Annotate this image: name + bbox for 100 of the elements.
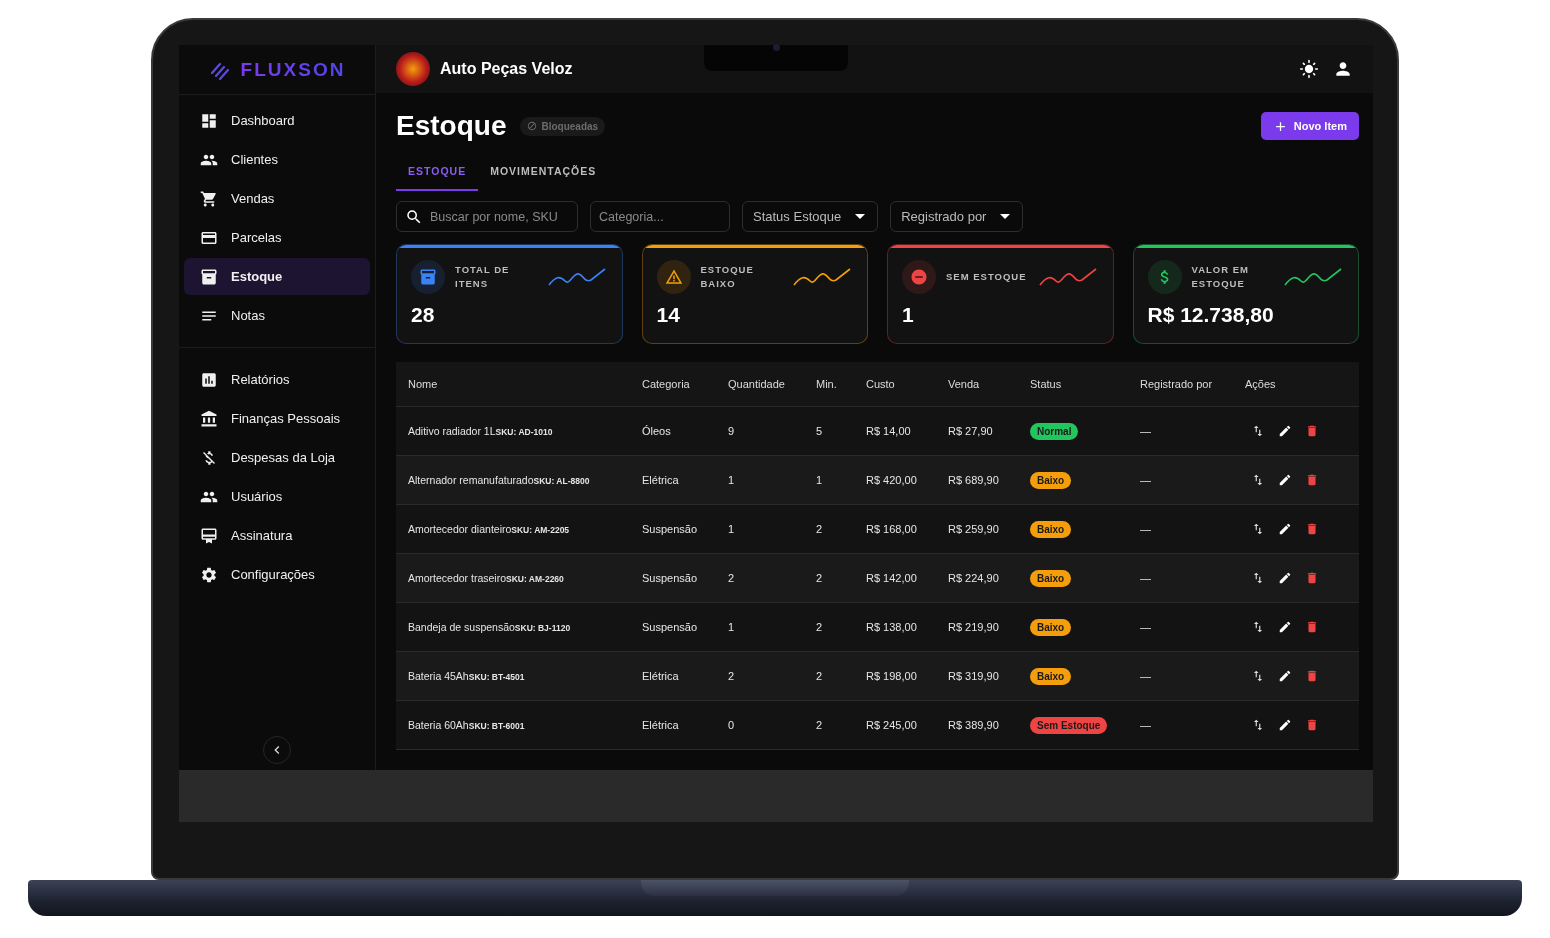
table-cell-text: Elétrica: [642, 670, 680, 682]
store-name: Auto Peças Veloz: [440, 60, 573, 78]
column-header: Ações: [1245, 378, 1277, 390]
sidebar-item[interactable]: Finanças Pessoais: [184, 400, 370, 437]
swap-icon[interactable]: [1251, 669, 1265, 683]
stat-value: 1: [902, 303, 915, 327]
swap-icon[interactable]: [1251, 522, 1265, 536]
delete-icon[interactable]: [1305, 473, 1319, 487]
table-cell-text: 5: [816, 425, 824, 437]
table-cell-text: Suspensão: [642, 572, 699, 584]
table-cell-text: 1: [728, 474, 736, 486]
table-cell-text: —: [1140, 425, 1152, 437]
edit-icon[interactable]: [1278, 424, 1292, 438]
sidebar-item[interactable]: Dashboard: [184, 102, 370, 139]
sparkline: [547, 266, 606, 288]
tab[interactable]: MOVIMENTAÇÕES: [478, 155, 609, 191]
warning-icon: [664, 268, 683, 286]
sidebar-item[interactable]: Vendas: [184, 180, 370, 217]
stat-value: 28: [411, 303, 436, 327]
sparkline: [793, 266, 851, 288]
table-cell-text: R$ 27,90: [948, 425, 994, 437]
table-cell-text: —: [1140, 523, 1152, 535]
sidebar-item[interactable]: Relatórios: [184, 361, 370, 398]
settings-icon: [200, 565, 218, 584]
swap-icon[interactable]: [1251, 424, 1265, 438]
edit-icon[interactable]: [1278, 718, 1292, 732]
new-item-button[interactable]: Novo Item: [1260, 112, 1359, 140]
tab[interactable]: ESTOQUE: [396, 155, 479, 191]
sparkline: [1038, 266, 1097, 288]
search-icon: [405, 208, 423, 226]
edit-icon[interactable]: [1278, 473, 1292, 487]
edit-icon[interactable]: [1278, 620, 1292, 634]
table-cell-text: 1: [728, 523, 736, 535]
table-cell-text: Suspensão: [642, 621, 699, 633]
blocked-icon: [527, 121, 538, 131]
category-field[interactable]: Categoria...: [590, 201, 730, 232]
table-cell-text: 2: [816, 572, 824, 584]
status-badge: Baixo: [1030, 618, 1072, 636]
sidebar-item[interactable]: Configurações: [184, 556, 370, 593]
sun-icon[interactable]: [1299, 59, 1319, 79]
caret-icon: [1000, 214, 1011, 219]
table-cell-text: Suspensão: [642, 523, 699, 535]
product-name: Amortecedor dianteiroSKU: AM-2205: [408, 523, 571, 535]
delete-icon[interactable]: [1305, 571, 1319, 585]
table-cell-text: R$ 224,90: [948, 572, 1000, 584]
column-header: Custo: [866, 378, 896, 390]
status-badge: Baixo: [1030, 471, 1072, 489]
swap-icon[interactable]: [1251, 473, 1265, 487]
status-badge: Sem Estoque: [1030, 716, 1108, 734]
table-cell-text: 2: [816, 621, 824, 633]
page-title: Estoque: [396, 110, 507, 142]
table-cell-text: —: [1140, 670, 1152, 682]
table-cell-text: 2: [816, 719, 824, 731]
stat-label: SEM ESTOQUE: [946, 270, 1028, 284]
product-name: Aditivo radiador 1LSKU: AD-1010: [408, 425, 554, 437]
dropdown[interactable]: Status Estoque: [742, 201, 879, 232]
table-cell-text: Elétrica: [642, 474, 680, 486]
delete-icon[interactable]: [1305, 522, 1319, 536]
swap-icon[interactable]: [1251, 571, 1265, 585]
delete-icon[interactable]: [1305, 620, 1319, 634]
product-name: Bandeja de suspensãoSKU: BJ-1120: [408, 621, 572, 633]
table-cell-text: Elétrica: [642, 719, 680, 731]
column-header: Nome: [408, 378, 439, 390]
sidebar-item[interactable]: Usuários: [184, 478, 370, 515]
table-cell-text: R$ 689,90: [948, 474, 1000, 486]
search-field[interactable]: Buscar por nome, SKU: [396, 201, 578, 232]
bank-icon: [200, 409, 218, 428]
sidebar-item[interactable]: Despesas da Loja: [184, 439, 370, 476]
status-badge: Baixo: [1030, 667, 1072, 685]
product-name: Bateria 45AhSKU: BT-4501: [408, 670, 526, 682]
table-cell-text: R$ 142,00: [866, 572, 918, 584]
swap-icon[interactable]: [1251, 718, 1265, 732]
edit-icon[interactable]: [1278, 669, 1292, 683]
column-header: Venda: [948, 378, 981, 390]
table-cell-text: R$ 219,90: [948, 621, 1000, 633]
dashboard-icon: [200, 111, 218, 130]
table-cell-text: 2: [728, 670, 736, 682]
table-cell-text: R$ 198,00: [866, 670, 918, 682]
swap-icon[interactable]: [1251, 620, 1265, 634]
blocked-badge: Bloqueadas: [520, 116, 606, 136]
sidebar-item[interactable]: Parcelas: [184, 219, 370, 256]
delete-icon[interactable]: [1305, 669, 1319, 683]
delete-icon[interactable]: [1305, 718, 1319, 732]
cart-icon: [200, 189, 218, 208]
column-header: Registrado por: [1140, 378, 1214, 390]
edit-icon[interactable]: [1278, 522, 1292, 536]
table-cell-text: —: [1140, 474, 1152, 486]
sidebar-item[interactable]: Estoque: [184, 258, 370, 295]
product-name: Alternador remanufaturadoSKU: AL-8800: [408, 474, 591, 486]
sidebar-item[interactable]: Assinatura: [184, 517, 370, 554]
edit-icon[interactable]: [1278, 571, 1292, 585]
sidebar-item[interactable]: Clientes: [184, 141, 370, 178]
sidebar-item[interactable]: Notas: [184, 297, 370, 334]
archive-box-icon: [419, 268, 437, 286]
stat-label: TOTAL DE ITENS: [455, 263, 511, 291]
status-badge: Baixo: [1030, 520, 1072, 538]
delete-icon[interactable]: [1305, 424, 1319, 438]
table-cell-text: 9: [728, 425, 736, 437]
dropdown[interactable]: Registrado por: [890, 201, 1024, 232]
table-cell-text: R$ 389,90: [948, 719, 1000, 731]
